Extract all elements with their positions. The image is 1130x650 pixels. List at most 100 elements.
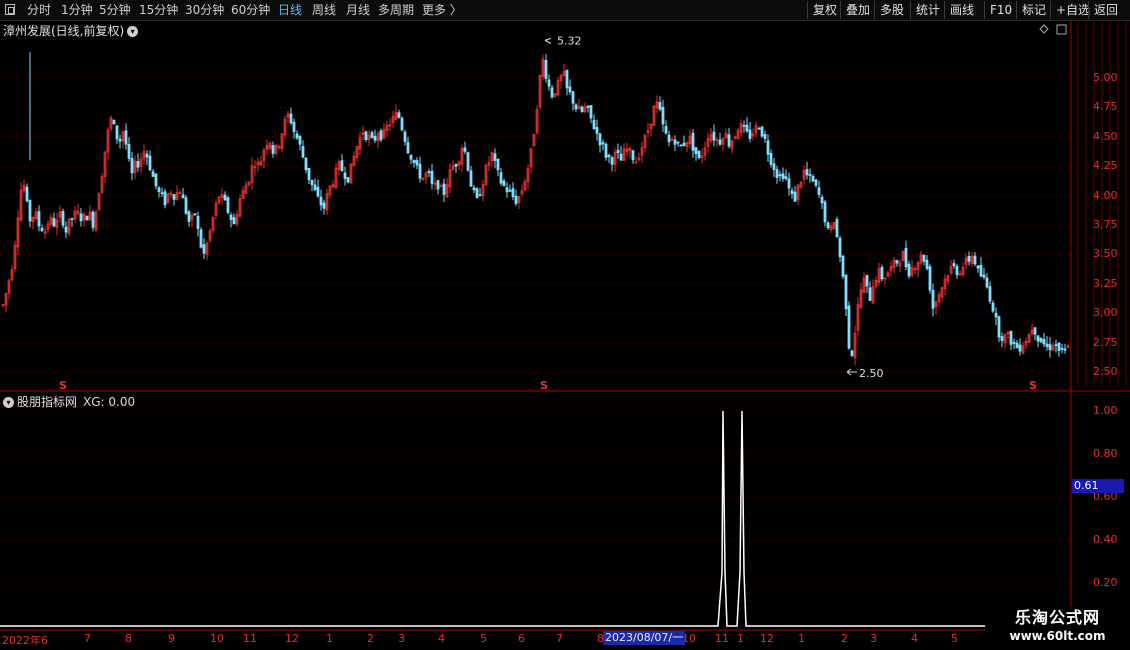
selected-date: 2023/08/07/一 bbox=[603, 631, 686, 645]
xg-indicator-line bbox=[0, 410, 1071, 627]
candle-body bbox=[430, 170, 434, 184]
candle-body bbox=[508, 189, 512, 192]
high-marker bbox=[544, 37, 552, 44]
candle-body bbox=[565, 69, 569, 89]
candle-body bbox=[436, 180, 440, 190]
candle-body bbox=[904, 247, 908, 268]
candle-body bbox=[346, 177, 350, 183]
candle-body bbox=[616, 149, 620, 154]
candle-body bbox=[589, 105, 593, 119]
candle-body bbox=[466, 152, 470, 171]
candle-body bbox=[982, 274, 986, 278]
candle-body bbox=[922, 254, 926, 262]
candle-body bbox=[118, 138, 122, 142]
candle-body bbox=[835, 219, 839, 237]
candle-body bbox=[187, 211, 191, 222]
candle-body bbox=[28, 200, 32, 222]
candle-body bbox=[973, 255, 977, 265]
candle-body bbox=[772, 163, 776, 170]
candle-body bbox=[607, 154, 611, 158]
candle-body bbox=[928, 266, 932, 291]
signal-mark: S bbox=[59, 379, 67, 392]
candle-body bbox=[1045, 343, 1049, 347]
candle-body bbox=[880, 266, 884, 280]
candle-body bbox=[1042, 338, 1046, 345]
chevron-down-icon[interactable]: ▾ bbox=[3, 397, 14, 408]
indicator-current-value: 0.61 bbox=[1072, 479, 1124, 493]
candle-body bbox=[115, 125, 119, 140]
candle-body bbox=[925, 259, 929, 269]
candle-body bbox=[694, 147, 698, 155]
candle-body bbox=[499, 172, 503, 184]
candle-body bbox=[130, 157, 134, 174]
candle-body bbox=[631, 150, 635, 161]
candle-body bbox=[1048, 344, 1052, 351]
candle-body bbox=[544, 59, 548, 79]
high-label: 5.32 bbox=[557, 34, 582, 47]
date-tick: 8 bbox=[125, 632, 132, 645]
candle-body bbox=[136, 160, 140, 168]
candle-body bbox=[412, 159, 416, 163]
panel-toggle-icon[interactable] bbox=[1056, 24, 1067, 35]
candle-body bbox=[994, 312, 998, 318]
indicator-tick: 1.00 bbox=[1093, 404, 1118, 417]
candle-body bbox=[85, 215, 89, 221]
date-tick: 11 bbox=[243, 632, 257, 645]
candle-body bbox=[841, 255, 845, 277]
brand-url: www.60lt.com bbox=[1009, 629, 1106, 643]
candle-body bbox=[310, 179, 314, 185]
date-tick: 12 bbox=[760, 632, 774, 645]
price-tick: 3.75 bbox=[1093, 218, 1118, 231]
candle-body bbox=[502, 180, 506, 186]
candle-body bbox=[400, 117, 404, 131]
candle-body bbox=[1036, 335, 1040, 342]
candle-body bbox=[895, 260, 899, 264]
candle-body bbox=[1009, 331, 1013, 345]
candle-body bbox=[343, 172, 347, 179]
candle-body bbox=[427, 171, 431, 173]
price-chart[interactable]: 5.32 2.50 S S S bbox=[0, 0, 1130, 631]
candle-body bbox=[1033, 327, 1037, 335]
candle-body bbox=[469, 170, 473, 187]
candle-body bbox=[955, 265, 959, 276]
candle-body bbox=[787, 178, 791, 189]
date-tick: 3 bbox=[870, 632, 877, 645]
candle-body bbox=[676, 141, 680, 144]
candle-body bbox=[997, 316, 1001, 338]
indicator-value: XG: 0.00 bbox=[83, 395, 136, 409]
date-tick: 12 bbox=[285, 632, 299, 645]
diamond-icon[interactable] bbox=[1039, 24, 1049, 34]
date-tick: 7 bbox=[556, 632, 563, 645]
candle-body bbox=[373, 135, 377, 141]
candle-body bbox=[514, 195, 518, 205]
candle-body bbox=[496, 159, 500, 171]
price-tick: 3.00 bbox=[1093, 306, 1118, 320]
candle-body bbox=[745, 124, 749, 132]
candle-body bbox=[193, 213, 197, 216]
candle-body bbox=[667, 134, 671, 143]
low-marker bbox=[846, 368, 857, 376]
candle-body bbox=[493, 153, 497, 161]
date-tick: 3 bbox=[398, 632, 405, 645]
candle-body bbox=[679, 144, 683, 147]
date-axis: 2022年6 7 8 9 10 11 12 1 2 3 4 5 6 7 8 10 11 1 12 1 2 3 4 5 2023/… bbox=[0, 631, 985, 650]
candle-body bbox=[976, 265, 980, 269]
candle-body bbox=[463, 147, 467, 152]
candle-body bbox=[226, 197, 230, 213]
brand-watermark: 乐淘公式网 www.60lt.com bbox=[985, 607, 1130, 650]
candle-body bbox=[364, 131, 368, 140]
candle-body bbox=[124, 130, 128, 145]
candle-body bbox=[769, 152, 773, 165]
date-tick: 4 bbox=[438, 632, 445, 645]
candle-body bbox=[157, 187, 161, 192]
candle-body bbox=[145, 153, 149, 158]
date-tick: 2 bbox=[367, 632, 374, 645]
candle-body bbox=[1063, 348, 1067, 351]
candle-body bbox=[298, 135, 302, 145]
candle-body bbox=[454, 164, 458, 167]
candle-body bbox=[181, 194, 185, 199]
candle-body bbox=[586, 105, 590, 108]
candle-body bbox=[1060, 347, 1064, 350]
candle-body bbox=[748, 129, 752, 139]
candle-body bbox=[907, 263, 911, 277]
